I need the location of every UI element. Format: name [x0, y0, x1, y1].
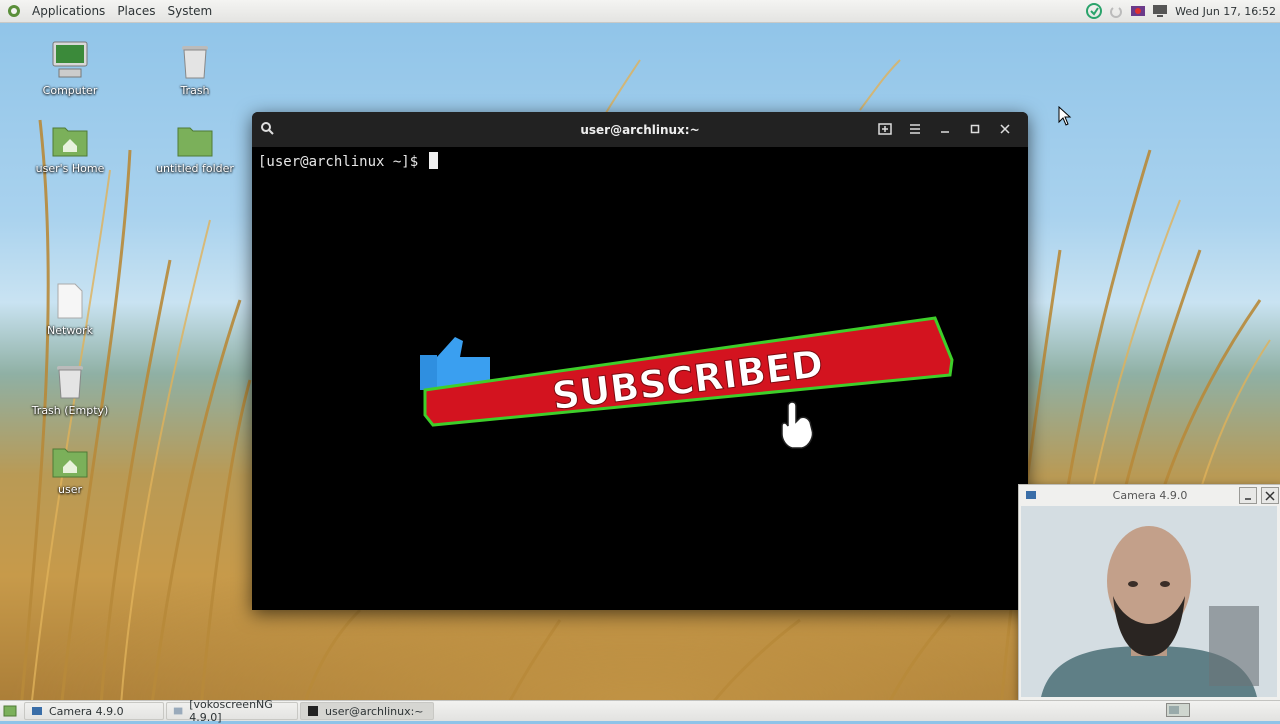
desktop-icon-label: Network [47, 324, 93, 337]
system-tray: Wed Jun 17, 16:52 [1083, 0, 1280, 22]
home-folder-icon [52, 448, 88, 478]
search-icon[interactable] [260, 121, 274, 138]
vokoscreen-icon [173, 707, 183, 715]
terminal-titlebar[interactable]: user@archlinux:~ [252, 112, 1028, 147]
home-folder-icon [52, 127, 88, 157]
network-status-icon[interactable] [1152, 3, 1168, 19]
taskbar-item-label: Camera 4.9.0 [49, 704, 124, 718]
minimize-icon [1245, 497, 1251, 500]
taskbar-item-camera[interactable]: Camera 4.9.0 [24, 702, 164, 720]
clock[interactable]: Wed Jun 17, 16:52 [1171, 5, 1280, 18]
terminal-icon [308, 706, 318, 716]
desktop-icon-users-home[interactable]: user's Home [25, 122, 115, 175]
desktop-icon-label: Computer [42, 84, 98, 97]
close-icon[interactable] [990, 120, 1020, 138]
menu-places[interactable]: Places [111, 4, 161, 18]
show-desktop-icon[interactable] [2, 703, 18, 719]
mouse-pointer-icon [1058, 106, 1072, 126]
shell-prompt: [user@archlinux ~]$ [258, 154, 419, 170]
top-panel: Applications Places System Wed Jun 17, 1… [0, 0, 1280, 23]
workspace-switcher[interactable] [1166, 703, 1190, 717]
distro-logo-icon[interactable] [6, 3, 22, 19]
camera-minimize-button[interactable] [1239, 487, 1257, 504]
subscribed-overlay: SUBSCRIBED [420, 316, 954, 449]
taskbar-item-label: user@archlinux:~ [325, 704, 424, 718]
computer-icon [52, 41, 88, 78]
network-icon [57, 283, 83, 319]
trash-icon [57, 366, 83, 399]
camera-titlebar[interactable]: Camera 4.9.0 [1019, 485, 1280, 505]
desktop-icon-label: Trash [180, 84, 210, 97]
webcam-person-image [1021, 506, 1277, 697]
desktop-icon-trash[interactable]: Trash [150, 40, 240, 97]
camera-app-icon [32, 707, 42, 715]
new-tab-icon[interactable] [870, 120, 900, 138]
minimize-icon[interactable] [930, 120, 960, 138]
camera-window[interactable]: Camera 4.9.0 [1018, 484, 1280, 702]
camera-app-icon [1025, 489, 1037, 504]
desktop-icon-user[interactable]: user [25, 443, 115, 496]
desktop-icon-label: user [58, 483, 82, 496]
folder-icon [177, 127, 213, 157]
desktop-icon-network[interactable]: Network [25, 282, 115, 337]
record-icon[interactable] [1130, 3, 1146, 19]
bottom-panel: Camera 4.9.0 [vokoscreenNG 4.9.0] user@a… [0, 698, 1280, 724]
webcam-feed [1021, 506, 1277, 697]
close-icon [1265, 490, 1275, 501]
update-icon[interactable] [1086, 3, 1103, 19]
terminal-title: user@archlinux:~ [580, 122, 700, 137]
camera-close-button[interactable] [1261, 487, 1279, 504]
trash-icon [182, 46, 208, 79]
maximize-icon[interactable] [960, 120, 990, 138]
desktop-icon-label: Trash (Empty) [31, 404, 109, 417]
taskbar-item-vokoscreen[interactable]: [vokoscreenNG 4.9.0] [166, 698, 298, 724]
power-icon[interactable] [1108, 3, 1124, 19]
desktop-icon-computer[interactable]: Computer [25, 40, 115, 97]
hand-cursor-icon [781, 401, 814, 449]
menu-system[interactable]: System [161, 4, 218, 18]
desktop-icon-untitled-folder[interactable]: untitled folder [150, 122, 240, 175]
desktop-icon-trash-empty[interactable]: Trash (Empty) [25, 360, 115, 417]
taskbar-item-terminal[interactable]: user@archlinux:~ [300, 702, 434, 720]
camera-title: Camera 4.9.0 [1112, 488, 1188, 502]
desktop-icon-label: untitled folder [156, 162, 234, 175]
terminal-body[interactable]: [user@archlinux ~]$ [252, 147, 1028, 175]
text-cursor [428, 152, 438, 169]
desktop-icon-label: user's Home [35, 162, 105, 175]
menu-applications[interactable]: Applications [26, 4, 111, 18]
menu-icon[interactable] [900, 120, 930, 138]
taskbar-item-label: [vokoscreenNG 4.9.0] [189, 698, 273, 724]
